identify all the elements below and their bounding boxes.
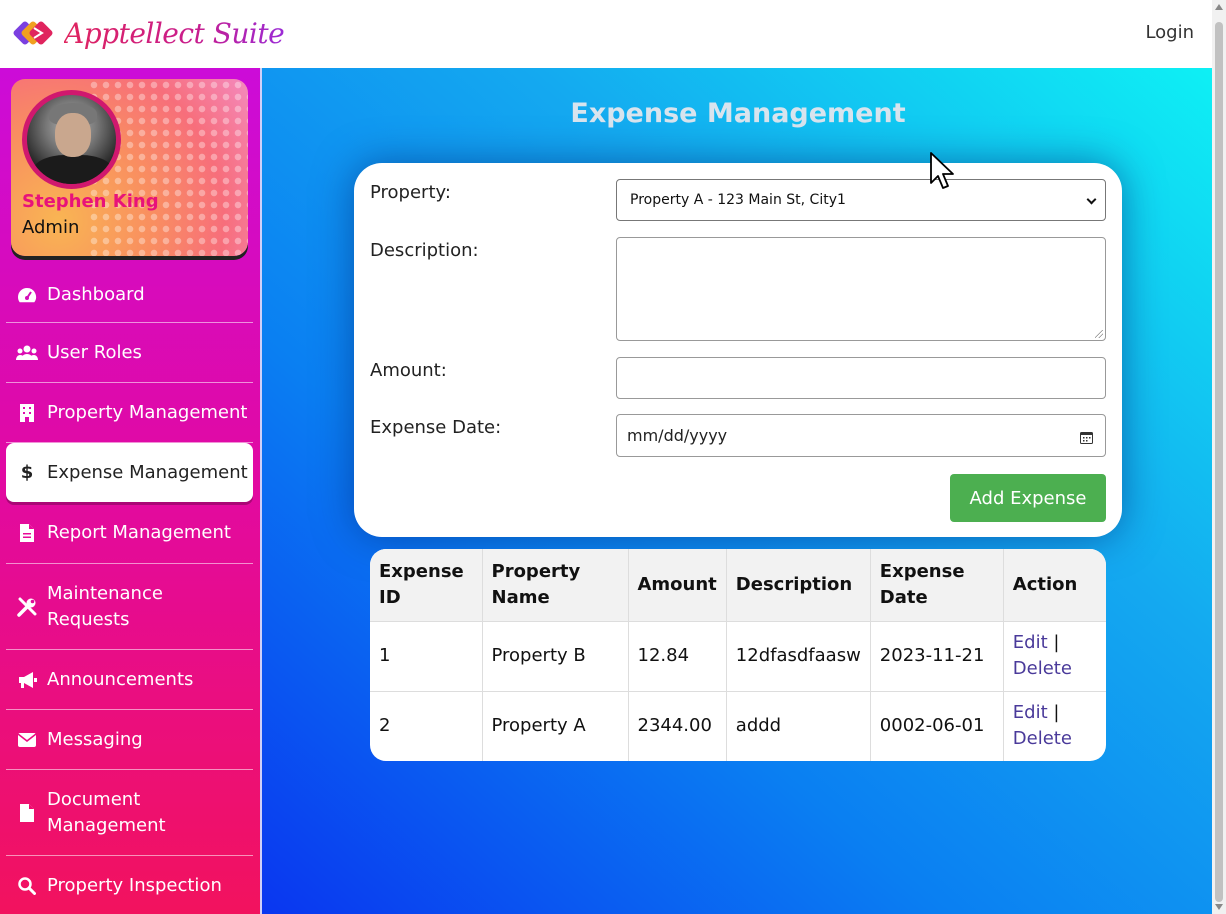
- sidebar-item-expense-management[interactable]: $ Expense Management: [6, 443, 253, 502]
- cell-actions: Edit | Delete: [1003, 691, 1106, 761]
- sidebar-item-label: Maintenance Requests: [47, 582, 163, 630]
- sidebar-item-dashboard[interactable]: Dashboard: [6, 267, 253, 323]
- sidebar-item-document-management[interactable]: Document Management: [6, 770, 253, 856]
- add-expense-button[interactable]: Add Expense: [950, 474, 1106, 522]
- megaphone-icon: [16, 669, 38, 691]
- cell-expense-date: 2023-11-21: [870, 621, 1004, 692]
- tools-icon: [16, 596, 38, 618]
- calendar-icon[interactable]: [1080, 429, 1093, 444]
- scroll-down-icon[interactable]: [1215, 904, 1223, 910]
- sidebar: Stephen King Admin Dashboard User Roles …: [0, 68, 260, 914]
- sidebar-item-label: Property Inspection: [47, 875, 222, 896]
- brand-name: Apptellect Suite: [64, 16, 285, 50]
- sidebar-item-label: Document Management: [47, 788, 166, 836]
- cell-actions: Edit | Delete: [1003, 621, 1106, 692]
- cell-amount: 2344.00: [628, 691, 727, 761]
- col-header-expense-date: Expense Date: [870, 549, 1004, 622]
- expense-date-input[interactable]: mm/dd/yyyy: [616, 414, 1106, 457]
- sidebar-item-property-inspection[interactable]: Property Inspection: [6, 856, 253, 914]
- cell-property-name: Property A: [482, 691, 629, 761]
- sidebar-item-property-management[interactable]: Property Management: [6, 383, 253, 443]
- col-header-action: Action: [1003, 549, 1106, 622]
- login-link[interactable]: Login: [1145, 22, 1194, 43]
- date-placeholder: mm/dd/yyyy: [627, 426, 728, 445]
- action-separator: |: [1053, 702, 1060, 724]
- col-header-expense-id: Expense ID: [370, 549, 483, 622]
- amount-label: Amount:: [370, 360, 447, 381]
- profile-card: Stephen King Admin: [11, 79, 248, 256]
- delete-link[interactable]: Delete: [1013, 658, 1072, 679]
- sidebar-item-label: Dashboard: [47, 283, 145, 305]
- chevron-down-icon: [1086, 194, 1097, 205]
- file-icon: [16, 802, 38, 824]
- property-select-value: Property A - 123 Main St, City1: [630, 192, 846, 208]
- sidebar-item-label: Report Management: [47, 521, 231, 543]
- description-label: Description:: [370, 240, 479, 261]
- action-separator: |: [1053, 632, 1060, 653]
- mouse-cursor-icon: [930, 152, 956, 190]
- cell-property-name: Property B: [482, 621, 629, 692]
- scroll-up-icon[interactable]: [1215, 4, 1223, 10]
- sidebar-item-announcements[interactable]: Announcements: [6, 650, 253, 710]
- property-select[interactable]: Property A - 123 Main St, City1: [616, 179, 1106, 221]
- dashboard-icon: [16, 284, 38, 306]
- sidebar-item-label: User Roles: [47, 341, 142, 363]
- sidebar-item-label: Messaging: [47, 728, 143, 750]
- resize-handle-icon[interactable]: [1095, 330, 1103, 338]
- description-textarea[interactable]: [616, 237, 1106, 341]
- file-icon: [16, 522, 38, 544]
- table-row: 1 Property B 12.84 12dfasdfaasw 2023-11-…: [370, 621, 1106, 692]
- cell-description: addd: [726, 691, 871, 761]
- profile-role: Admin: [22, 217, 80, 238]
- dollar-icon: $: [20, 462, 34, 483]
- building-icon: [16, 402, 38, 424]
- cell-description: 12dfasdfaasw: [726, 621, 871, 692]
- col-header-amount: Amount: [628, 549, 727, 622]
- sidebar-item-label: Expense Management: [47, 461, 248, 483]
- cell-expense-id: 2: [370, 691, 483, 761]
- avatar: [22, 90, 121, 189]
- expense-form: Property: Property A - 123 Main St, City…: [354, 163, 1122, 537]
- table-header-row: Expense ID Property Name Amount Descript…: [370, 549, 1106, 622]
- sidebar-item-user-roles[interactable]: User Roles: [6, 323, 253, 383]
- app-logo[interactable]: Apptellect Suite: [12, 14, 285, 52]
- cell-expense-id: 1: [370, 621, 483, 692]
- delete-link[interactable]: Delete: [1013, 728, 1072, 749]
- table-row: 2 Property A 2344.00 addd 0002-06-01 Edi…: [370, 691, 1106, 761]
- cell-amount: 12.84: [628, 621, 727, 692]
- page-scrollbar[interactable]: [1212, 0, 1226, 914]
- expense-table: Expense ID Property Name Amount Descript…: [370, 549, 1106, 761]
- col-header-property-name: Property Name: [482, 549, 629, 622]
- page-title: Expense Management: [570, 98, 906, 129]
- sidebar-item-report-management[interactable]: Report Management: [6, 502, 253, 564]
- sidebar-item-label: Announcements: [47, 668, 194, 690]
- sidebar-item-maintenance-requests[interactable]: Maintenance Requests: [6, 564, 253, 650]
- search-icon: [16, 875, 38, 897]
- edit-link[interactable]: Edit: [1013, 702, 1048, 723]
- scroll-thumb[interactable]: [1215, 22, 1223, 902]
- sidebar-nav: Dashboard User Roles Property Management…: [6, 267, 253, 914]
- amount-input[interactable]: [616, 357, 1106, 399]
- main-content: Expense Management Property: Property A …: [260, 68, 1212, 914]
- col-header-description: Description: [726, 549, 871, 622]
- sidebar-item-label: Property Management: [47, 401, 248, 423]
- sidebar-item-messaging[interactable]: Messaging: [6, 710, 253, 770]
- cell-expense-date: 0002-06-01: [870, 691, 1004, 761]
- edit-link[interactable]: Edit: [1013, 632, 1048, 653]
- expense-date-label: Expense Date:: [370, 417, 502, 438]
- logo-icon: [12, 14, 62, 52]
- profile-name: Stephen King: [22, 191, 159, 212]
- envelope-icon: [16, 729, 38, 751]
- users-icon: [16, 342, 38, 364]
- property-label: Property:: [370, 182, 451, 203]
- top-header: Apptellect Suite Login: [0, 0, 1212, 68]
